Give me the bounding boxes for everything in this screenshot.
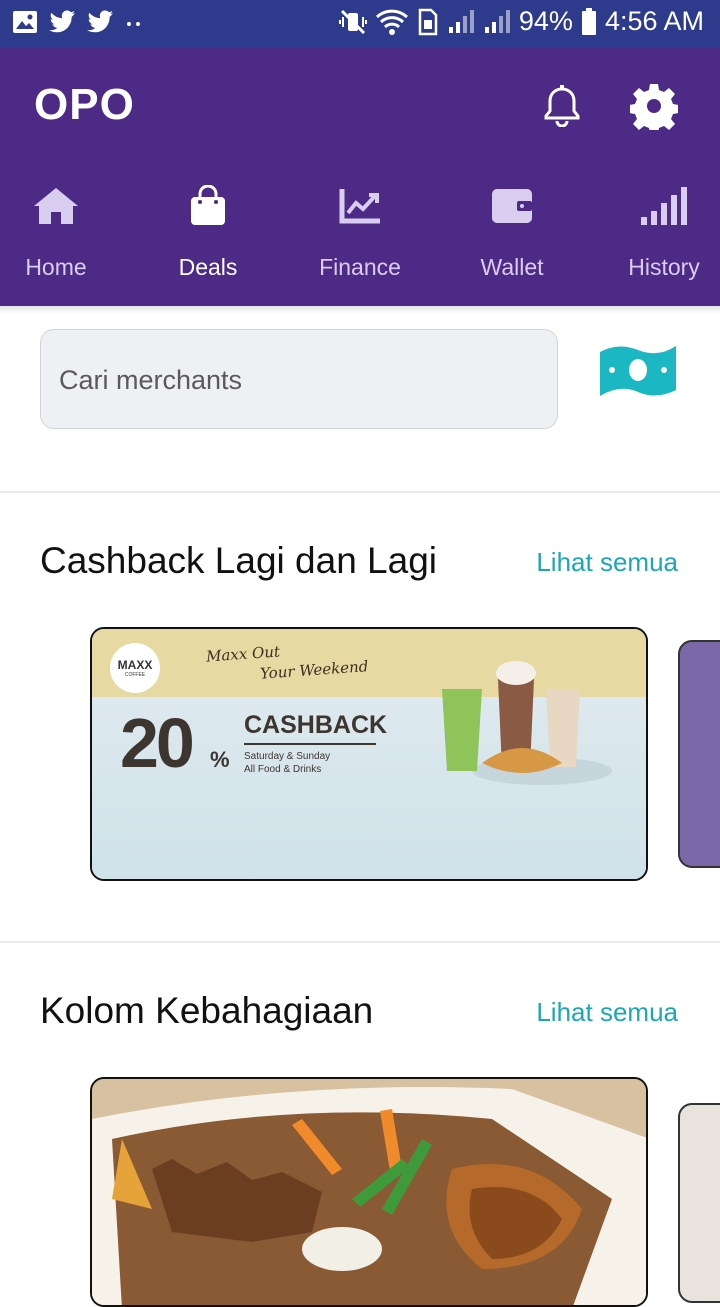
twitter-notification-icon [49,10,75,33]
search-box[interactable] [40,329,558,430]
tab-home[interactable]: Home [0,178,132,288]
section-divider [0,491,720,493]
cashback-button[interactable] [598,342,678,400]
signal-icon-2 [484,9,510,33]
tab-deals[interactable]: Deals [132,178,284,288]
signal-icon-1 [448,9,474,33]
bell-icon [544,85,580,127]
clock: 4:56 AM [604,6,704,36]
battery-icon [581,7,596,35]
app-header: OPO Home Deals Finance Wallet History [0,48,720,306]
promo-card-maxx[interactable]: MAXX COFFEE Maxx Out Your Weekend 20 % C… [90,627,648,881]
tab-wallet-label: Wallet [480,254,544,280]
sim-icon [418,8,438,35]
maxx-coffee-logo: MAXX COFFEE [110,643,160,693]
gear-icon [630,84,678,130]
main-tabs: Home Deals Finance Wallet History [0,178,720,288]
tab-history[interactable]: History [588,178,720,288]
more-notifications-icon [127,22,140,26]
promo-percent: 20 [120,704,195,782]
shopping-bag-icon [191,185,225,225]
battery-percentage: 94% [518,6,573,36]
section-title-happiness: Kolom Kebahagiaan [40,990,374,1031]
notifications-button[interactable] [536,80,588,132]
wallet-icon [492,189,532,223]
header-shadow [0,306,720,314]
status-bar: 94% 4:56 AM [0,0,720,48]
search-input[interactable] [57,330,541,430]
app-title: OPO [34,80,135,129]
tab-home-label: Home [25,254,87,280]
settings-button[interactable] [628,80,680,132]
see-all-cashback-link[interactable]: Lihat semua [536,547,678,578]
money-icon [600,346,676,396]
brand-sub: COFFEE [124,672,146,678]
vibrate-mute-icon [338,9,367,34]
drinks-illustration [442,661,612,785]
promo-underline [244,743,376,745]
brand-name: MAXX [117,658,153,672]
tab-history-label: History [628,254,700,280]
article-card-food[interactable] [90,1077,648,1307]
promo-detail-2: All Food & Drinks [244,764,322,775]
promo-percent-sign: % [210,747,230,772]
promo-headline: CASHBACK [244,711,388,739]
see-all-happiness-link[interactable]: Lihat semua [536,997,678,1028]
image-notification-icon [13,11,37,33]
bars-icon [641,187,687,225]
home-icon [34,188,78,224]
chart-icon [339,189,380,224]
twitter-notification-icon-2 [87,10,113,33]
section-title-cashback: Cashback Lagi dan Lagi [40,540,438,581]
food-photo [92,1079,646,1305]
promo-card-next[interactable] [678,640,720,868]
promo-detail-1: Saturday & Sunday [244,751,331,762]
article-card-next[interactable] [678,1103,720,1303]
wifi-icon [375,9,408,35]
tab-finance[interactable]: Finance [284,178,436,288]
section-divider-2 [0,941,720,943]
tab-finance-label: Finance [319,254,401,280]
tab-deals-label: Deals [178,254,238,280]
system-indicators: 94% 4:56 AM [338,6,704,37]
notification-icons [12,10,144,34]
tab-wallet[interactable]: Wallet [436,178,588,288]
